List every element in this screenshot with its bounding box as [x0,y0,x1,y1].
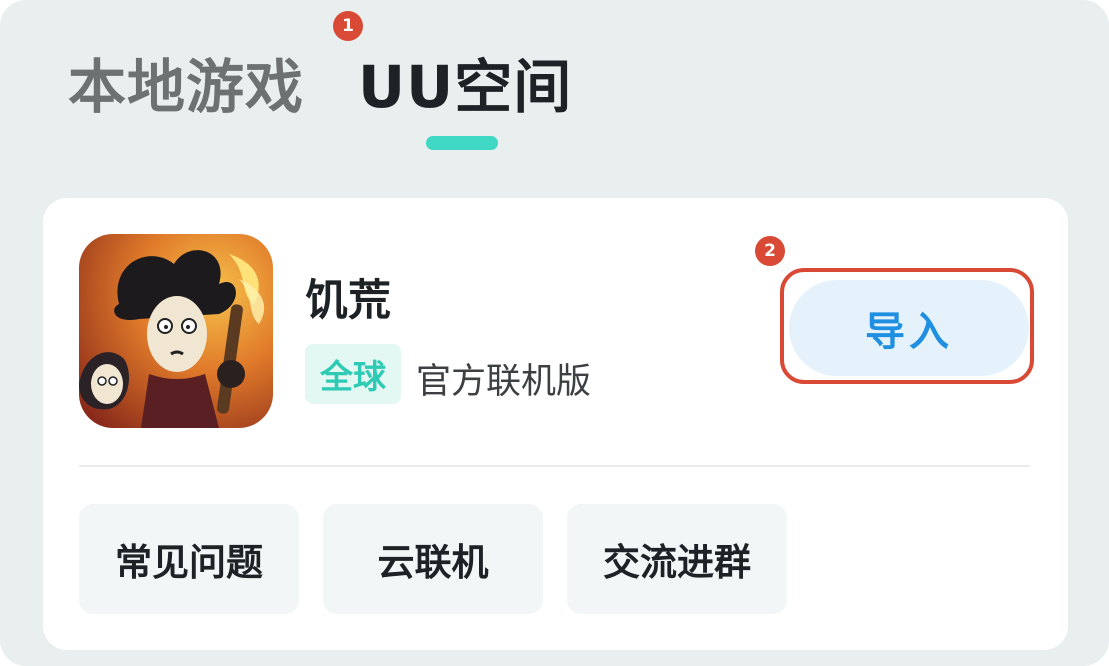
step-2-marker: 2 [755,236,785,266]
tab-local-games[interactable]: 本地游戏 [68,40,304,124]
active-tab-indicator [426,136,498,150]
step-1-marker: 1 [333,11,363,41]
card-divider [79,465,1030,467]
faq-button[interactable]: 常见问题 [79,504,299,614]
dont-starve-game-icon [79,234,273,428]
game-edition-label: 官方联机版 [416,362,592,402]
region-badge: 全球 [305,344,401,404]
tab-uu-space[interactable]: UU空间 [358,40,572,124]
import-button[interactable]: 导入 [789,280,1029,376]
game-card: 饥荒 全球 官方联机版 导入 常见问题 云联机 交流进群 [43,198,1068,650]
uu-space-screen: 本地游戏 UU空间 1 饥荒 全球 官方联机版 导入 常见问题 云联机 交流进群… [0,0,1109,666]
game-title: 饥荒 [305,276,391,326]
join-group-button[interactable]: 交流进群 [567,504,787,614]
cloud-multiplayer-button[interactable]: 云联机 [323,504,543,614]
